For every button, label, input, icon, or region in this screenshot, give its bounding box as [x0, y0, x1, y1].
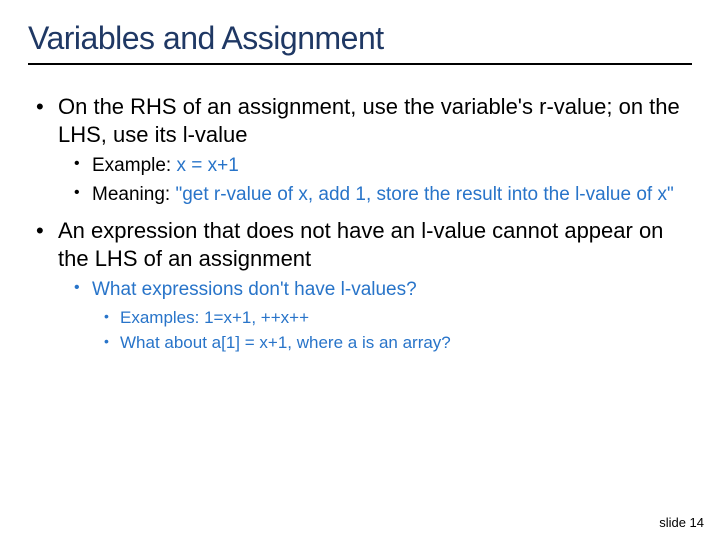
list-item: Example: x = x+1 — [70, 154, 692, 179]
list-item: What expressions don't have l-values? Ex… — [70, 278, 692, 355]
bullet-text: On the RHS of an assignment, use the var… — [58, 94, 680, 147]
sublist: Example: x = x+1 Meaning: "get r-value o… — [70, 154, 692, 207]
slide-number: slide 14 — [659, 515, 704, 530]
label-text: What about — [120, 333, 212, 352]
list-item: An expression that does not have an l-va… — [28, 217, 692, 355]
list-item: What about a[1] = x+1, where a is an arr… — [100, 332, 692, 355]
code-text: a[1] = x+1 — [212, 333, 288, 352]
sublist: Examples: 1=x+1, ++x++ What about a[1] =… — [100, 307, 692, 355]
question-text: What expressions don't have l-values? — [92, 279, 417, 300]
label-text: Meaning: — [92, 184, 175, 205]
code-text: x = x+1 — [176, 155, 238, 176]
bullet-list: On the RHS of an assignment, use the var… — [28, 93, 692, 355]
slide-title: Variables and Assignment — [28, 20, 692, 65]
label-text: Example: — [92, 155, 176, 176]
list-item: Meaning: "get r-value of x, add 1, store… — [70, 183, 692, 208]
label-text: Examples: — [120, 308, 204, 327]
list-item: On the RHS of an assignment, use the var… — [28, 93, 692, 207]
label-text: , where a is an array? — [287, 333, 450, 352]
quoted-text: "get r-value of x, add 1, store the resu… — [175, 184, 673, 205]
code-text: 1=x+1, ++x++ — [204, 308, 309, 327]
list-item: Examples: 1=x+1, ++x++ — [100, 307, 692, 330]
sublist: What expressions don't have l-values? Ex… — [70, 278, 692, 355]
bullet-text: An expression that does not have an l-va… — [58, 218, 663, 271]
